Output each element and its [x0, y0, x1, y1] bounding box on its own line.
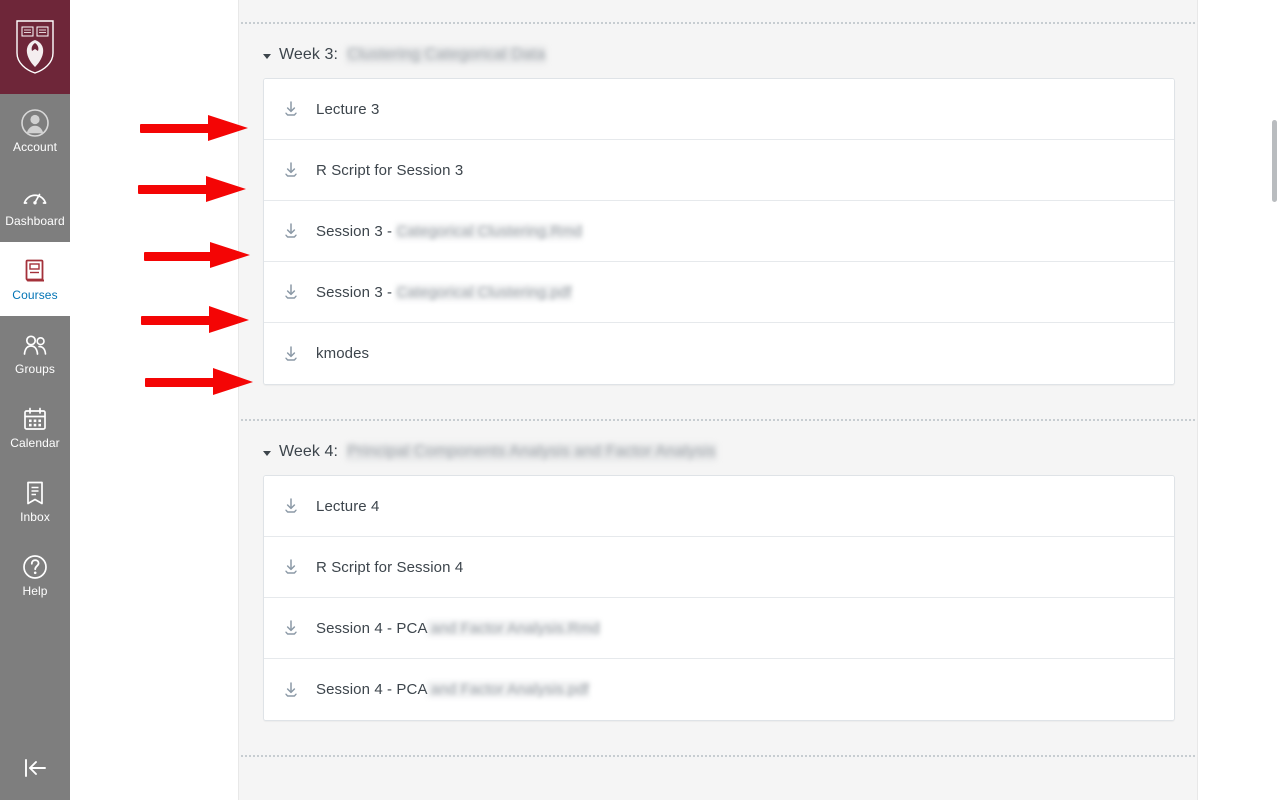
download-icon[interactable] — [282, 619, 300, 637]
module-items-card-week-4: Lecture 4 R Script for Session 4 Session… — [263, 475, 1175, 721]
download-icon[interactable] — [282, 100, 300, 118]
module-item-row[interactable]: R Script for Session 3 — [264, 140, 1174, 201]
help-question-icon — [20, 552, 50, 582]
module-item-row[interactable]: kmodes — [264, 323, 1174, 384]
content-area: Week 3: Clustering Categorical Data Lect — [70, 0, 1280, 800]
account-avatar-icon — [20, 108, 50, 138]
modules-column: Week 3: Clustering Categorical Data Lect — [238, 0, 1198, 800]
inbox-envelope-icon — [20, 478, 50, 508]
module-spacer — [239, 385, 1197, 419]
sidebar-item-calendar[interactable]: Calendar — [0, 390, 70, 464]
module-week-4: Week 4: Principal Components Analysis an… — [239, 421, 1197, 721]
global-navigation-sidebar: Account Dashboard Courses Groups Calenda… — [0, 0, 70, 800]
download-icon[interactable] — [282, 161, 300, 179]
module-item-label: Session 4 - PCA and Factor Analysis.Rmd — [316, 619, 601, 637]
module-item-label: R Script for Session 4 — [316, 558, 464, 576]
module-header-week-3[interactable]: Week 3: Clustering Categorical Data — [239, 24, 1197, 78]
groups-people-icon — [20, 330, 50, 360]
courses-book-icon — [20, 256, 50, 286]
sidebar-item-account[interactable]: Account — [0, 94, 70, 168]
module-title-redacted: Clustering Categorical Data — [346, 46, 547, 64]
module-item-label: Session 3 - Categorical Clustering.pdf — [316, 283, 572, 301]
sidebar-item-inbox[interactable]: Inbox — [0, 464, 70, 538]
module-item-row[interactable]: Lecture 4 — [264, 476, 1174, 537]
download-icon[interactable] — [282, 681, 300, 699]
module-title-prefix: Week 4: — [279, 443, 339, 460]
download-icon[interactable] — [282, 497, 300, 515]
sidebar-item-label: Groups — [15, 362, 55, 376]
module-item-row[interactable]: Session 4 - PCA and Factor Analysis.Rmd — [264, 598, 1174, 659]
sidebar-item-courses[interactable]: Courses — [0, 242, 70, 316]
dashboard-gauge-icon — [20, 182, 50, 212]
collapse-arrow-icon[interactable] — [0, 744, 70, 800]
module-item-label: kmodes — [316, 345, 370, 362]
module-item-label: Session 3 - Categorical Clustering.Rmd — [316, 222, 583, 240]
sidebar-item-label: Courses — [12, 288, 58, 302]
calendar-icon — [20, 404, 50, 434]
module-title-prefix: Week 3: — [279, 46, 339, 63]
module-item-row[interactable]: Session 4 - PCA and Factor Analysis.pdf — [264, 659, 1174, 720]
module-item-label: R Script for Session 3 — [316, 161, 464, 179]
sidebar-item-label: Help — [22, 584, 48, 598]
module-item-label: Lecture 3 — [316, 100, 380, 118]
module-title-redacted: Principal Components Analysis and Factor… — [346, 443, 717, 461]
download-icon[interactable] — [282, 283, 300, 301]
module-items-card-week-3: Lecture 3 R Script for Session 3 Session… — [263, 78, 1175, 385]
module-spacer — [239, 721, 1197, 755]
sidebar-item-dashboard[interactable]: Dashboard — [0, 168, 70, 242]
module-item-row[interactable]: Session 3 - Categorical Clustering.Rmd — [264, 201, 1174, 262]
module-item-label: Lecture 4 — [316, 497, 380, 515]
module-item-row[interactable]: Lecture 3 — [264, 79, 1174, 140]
sidebar-item-label: Calendar — [10, 436, 60, 450]
download-icon[interactable] — [282, 222, 300, 240]
page-scrollbar[interactable] — [1271, 0, 1279, 800]
chevron-down-icon[interactable] — [263, 450, 271, 456]
sidebar-item-label: Account — [12, 140, 58, 154]
module-item-row[interactable]: R Script for Session 4 — [264, 537, 1174, 598]
sidebar-item-help[interactable]: Help — [0, 538, 70, 612]
module-header-week-4[interactable]: Week 4: Principal Components Analysis an… — [239, 421, 1197, 475]
uchicago-crest-logo[interactable] — [0, 0, 70, 94]
sidebar-item-groups[interactable]: Groups — [0, 316, 70, 390]
download-icon[interactable] — [282, 345, 300, 363]
sidebar-item-label: Dashboard — [5, 214, 65, 228]
module-week-3: Week 3: Clustering Categorical Data Lect — [239, 24, 1197, 385]
module-divider — [241, 755, 1195, 757]
canvas: Account Dashboard Courses Groups Calenda… — [0, 0, 1280, 800]
module-item-row[interactable]: Session 3 - Categorical Clustering.pdf — [264, 262, 1174, 323]
chevron-down-icon[interactable] — [263, 53, 271, 59]
sidebar-item-label: Inbox — [20, 510, 50, 524]
page-scrollbar-thumb[interactable] — [1272, 120, 1277, 202]
module-item-label: Session 4 - PCA and Factor Analysis.pdf — [316, 681, 590, 698]
download-icon[interactable] — [282, 558, 300, 576]
